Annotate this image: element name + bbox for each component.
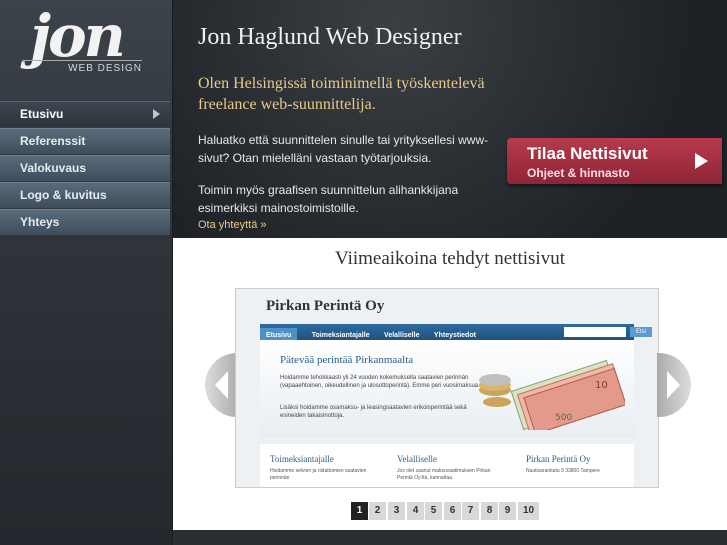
showcase-search-button: Etsi <box>630 327 652 337</box>
nav-item-referenssit[interactable]: Referenssit <box>0 128 170 154</box>
showcase-text: Lisäksi hoidamme osamaksu- ja leasingsaa… <box>280 405 467 419</box>
showcase-nav-item: Toimeksiantajalle <box>311 332 370 339</box>
column-title: Pirkan Perintä Oy <box>526 454 591 464</box>
play-arrow-icon <box>695 153 708 169</box>
intro-paragraph: Haluatko että suunnittelen sinulle tai y… <box>198 133 489 165</box>
slider-prev-button[interactable] <box>205 353 239 417</box>
nav-item-label: Valokuvaus <box>20 161 87 175</box>
header: Jon Haglund Web Designer Olen Helsingiss… <box>173 0 727 238</box>
column-title: Toimeksiantajalle <box>270 454 334 464</box>
column-text: Hoidamme selvien ja riidattomien saatavi… <box>270 468 367 481</box>
showcase-text: Hoidamme tehokkaasti yli 24 vuoden kokem… <box>280 375 480 389</box>
showcase-site-name: Pirkan Perintä Oy <box>266 298 385 314</box>
nav-item-logo-kuvitus[interactable]: Logo & kuvitus <box>0 182 170 208</box>
nav-item-valokuvaus[interactable]: Valokuvaus <box>0 155 170 181</box>
logo-subtitle: WEB DESIGN <box>22 60 142 74</box>
order-website-button[interactable]: Tilaa Nettisivut Ohjeet & hinnasto <box>507 138 722 184</box>
showcase-screenshot[interactable]: Pirkan Perintä Oy Etusivu Toimeksiantaja… <box>235 288 659 488</box>
money-illustration: 10 500 <box>479 359 625 430</box>
intro-text: Olen Helsingissä toiminimellä työskentel… <box>198 75 485 113</box>
showcase-title: Viimeaikoina tehdyt nettisivut <box>335 248 565 269</box>
sidebar: jon WEB DESIGN Etusivu Referenssit Valok… <box>0 0 173 545</box>
showcase-nav-item: Velalliselle <box>384 332 420 339</box>
showcase-search-field <box>564 327 626 337</box>
cta-subtitle: Ohjeet & hinnasto <box>527 166 630 180</box>
svg-text:500: 500 <box>555 413 572 423</box>
showcase-nav-item: Yhteystiedot <box>433 332 476 339</box>
arrow-right-icon <box>153 109 160 119</box>
showcase-column: Velalliselle Jos olet saanut maksuvaatim… <box>397 454 507 482</box>
page-button-4[interactable]: 4 <box>407 502 424 520</box>
contact-link[interactable]: Ota yhteyttä » <box>198 219 266 231</box>
page-button-5[interactable]: 5 <box>425 502 442 520</box>
showcase-column: Pirkan Perintä Oy Nuutisarankatu 9 33800… <box>526 454 636 475</box>
main-nav: Etusivu Referenssit Valokuvaus Logo & ku… <box>0 101 170 236</box>
page-button-3[interactable]: 3 <box>388 502 405 520</box>
svg-text:10: 10 <box>595 380 608 391</box>
column-text: Jos olet saanut maksuvaatimuksen Pirkan … <box>397 468 491 481</box>
page-button-6[interactable]: 6 <box>444 502 461 520</box>
showcase: Viimeaikoina tehdyt nettisivut Pirkan Pe… <box>173 238 727 530</box>
nav-item-label: Logo & kuvitus <box>20 188 107 202</box>
slider-next-button[interactable] <box>657 353 691 417</box>
showcase-column: Toimeksiantajalle Hoidamme selvien ja ri… <box>270 454 380 482</box>
page-button-7[interactable]: 7 <box>462 502 479 520</box>
showcase-heading: Pätevää perintää Pirkanmaalta <box>280 354 414 366</box>
intro-paragraph: Toimin myös graafisen suunnittelun aliha… <box>198 183 459 215</box>
nav-item-yhteys[interactable]: Yhteys <box>0 209 170 235</box>
showcase-hero: Pätevää perintää Pirkanmaalta Hoidamme t… <box>260 340 634 438</box>
page-button-10[interactable]: 10 <box>518 502 539 520</box>
arrow-left-icon <box>215 371 228 399</box>
footer <box>173 530 727 545</box>
logo[interactable]: jon WEB DESIGN <box>22 2 152 78</box>
page-button-2[interactable]: 2 <box>369 502 386 520</box>
nav-item-label: Referenssit <box>20 134 86 148</box>
arrow-right-icon <box>667 371 680 399</box>
page-button-1[interactable]: 1 <box>351 502 368 520</box>
cta-title: Tilaa Nettisivut <box>527 144 648 163</box>
nav-item-label: Etusivu <box>20 107 64 121</box>
column-title: Velalliselle <box>397 454 437 464</box>
nav-item-etusivu[interactable]: Etusivu <box>0 101 170 127</box>
nav-item-label: Yhteys <box>20 215 60 229</box>
page-button-9[interactable]: 9 <box>499 502 516 520</box>
showcase-columns: Toimeksiantajalle Hoidamme selvien ja ri… <box>260 444 634 487</box>
page-title: Jon Haglund Web Designer <box>198 24 462 50</box>
page-button-8[interactable]: 8 <box>481 502 498 520</box>
column-text: Nuutisarankatu 9 33800 Tampere <box>526 468 600 474</box>
